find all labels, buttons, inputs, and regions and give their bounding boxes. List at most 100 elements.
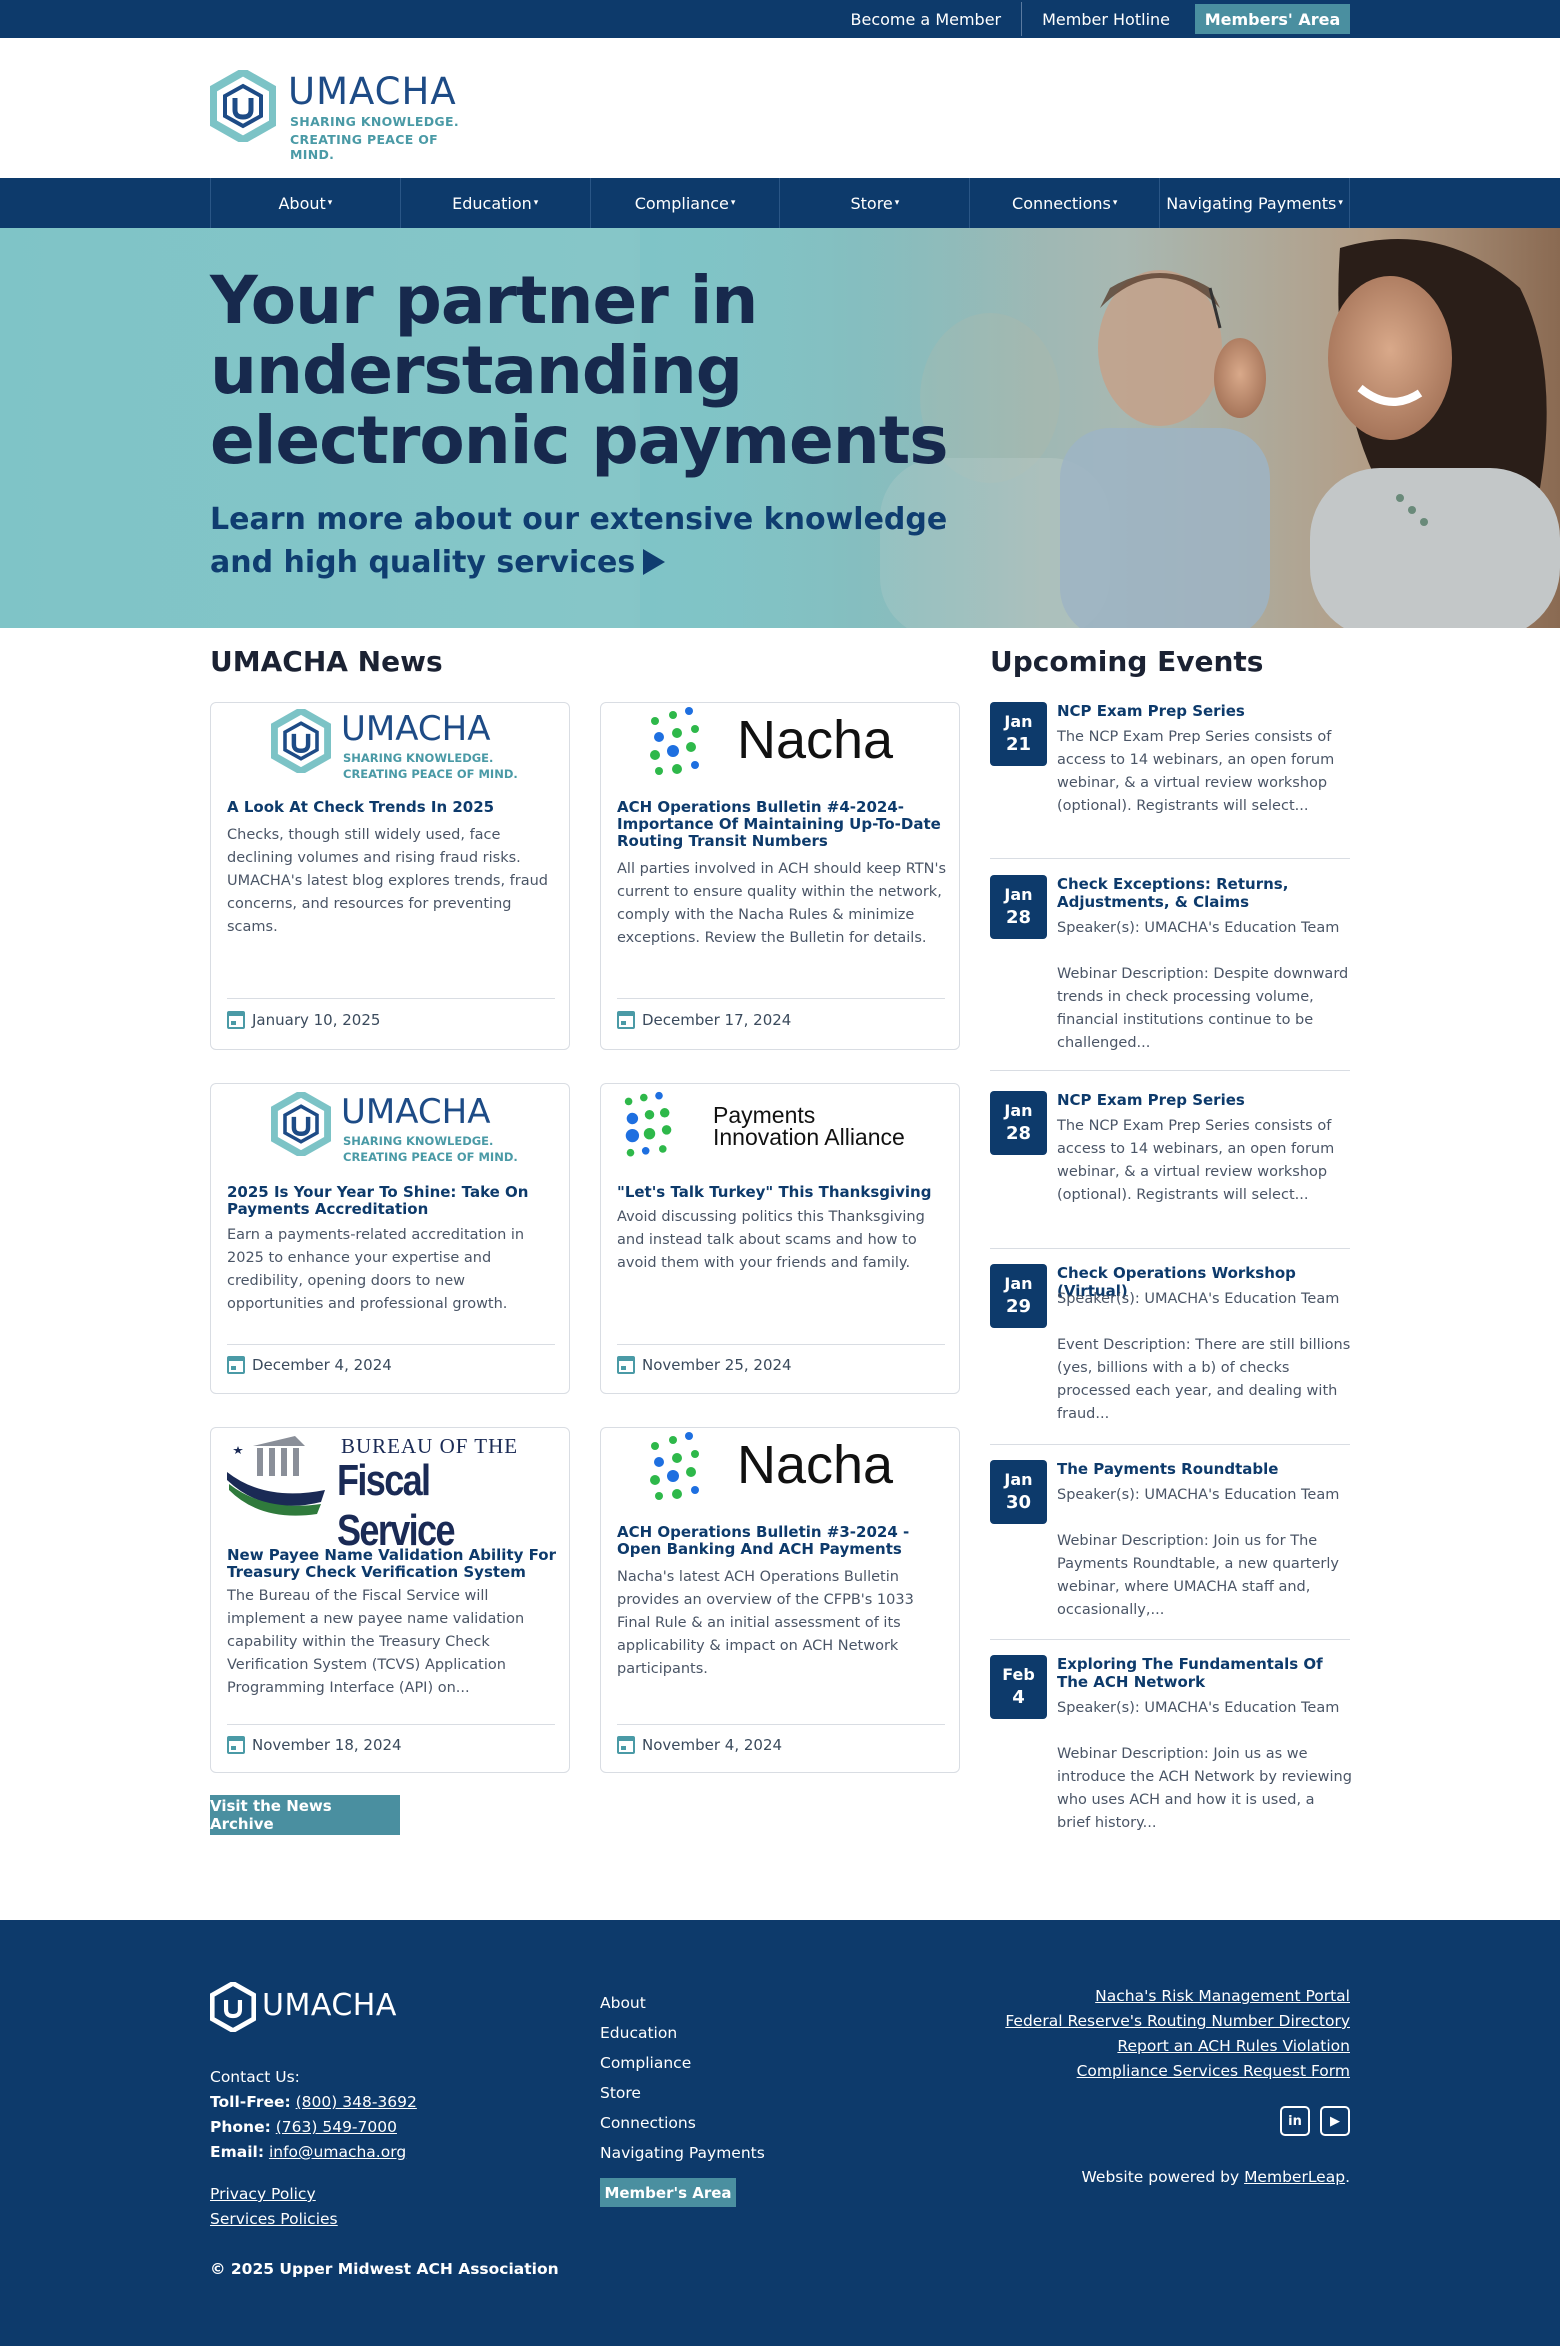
news-card[interactable]: UMACHA SHARING KNOWLEDGE. CREATING PEACE… [210,702,570,1050]
news-card-excerpt: All parties involved in ACH should keep … [617,861,947,946]
news-card-logo-umacha: UMACHA SHARING KNOWLEDGE. CREATING PEACE… [211,1084,569,1172]
nav-item-navigating-payments[interactable]: Navigating Payments ▾ [1160,178,1350,228]
divider [990,1070,1350,1071]
caret-down-icon: ▾ [327,198,333,208]
event-title[interactable]: The Payments Roundtable [1057,1460,1352,1478]
logo-tagline-2: CREATING PEACE OF MIND. [290,132,438,162]
members-area-button[interactable]: Members' Area [1195,4,1350,34]
divider [617,1724,945,1725]
site-header: UMACHA SHARING KNOWLEDGE. CREATING PEACE… [0,38,1560,178]
memberleap-link[interactable]: MemberLeap [1244,2168,1345,2186]
umacha-hex-icon [210,1982,256,2032]
caret-down-icon: ▾ [1338,198,1343,208]
footer-nav-connections[interactable]: Connections [600,2108,765,2138]
news-card[interactable]: Nacha ACH Operations Bulletin #3-2024 - … [600,1427,960,1773]
hero-subtitle-link[interactable]: Learn more about our extensive knowledge… [210,498,970,584]
news-card-excerpt: The Bureau of the Fiscal Service will im… [227,1588,525,1696]
news-card-date: November 25, 2024 [617,1356,792,1374]
event-description: The NCP Exam Prep Series consists of acc… [1057,729,1335,814]
event-item[interactable]: Jan 28 Check Exceptions: Returns, Adjustm… [990,875,1350,1071]
news-card-title[interactable]: "Let's Talk Turkey" This Thanksgiving [617,1184,947,1201]
news-card-title[interactable]: ACH Operations Bulletin #4-2024- Importa… [617,799,947,850]
main-nav-items: About ▾ Education ▾ Compliance ▾ Store ▾ Con… [210,178,1350,228]
event-item[interactable]: Jan 29 Check Operations Workshop (Virtual… [990,1264,1351,1445]
main-nav: About ▾ Education ▾ Compliance ▾ Store ▾ Con… [0,178,1560,228]
footer-nav-compliance[interactable]: Compliance [600,2048,765,2078]
calendar-icon [227,1011,245,1029]
site-footer: UMACHA Contact Us: Toll-Free: (800) 348-… [0,1920,1560,2346]
logo-tagline-1: SHARING KNOWLEDGE. [290,114,459,129]
news-card-title[interactable]: New Payee Name Validation Ability For Tr… [227,1547,557,1581]
news-card-date: November 18, 2024 [227,1736,402,1754]
linkedin-icon[interactable]: in [1280,2106,1310,2136]
services-policies-link[interactable]: Services Policies [210,2207,338,2232]
calendar-icon [227,1356,245,1374]
become-member-link[interactable]: Become a Member [831,10,1022,29]
footer-logo[interactable]: UMACHA [210,1982,410,2032]
nav-item-store[interactable]: Store ▾ [780,178,971,228]
event-title[interactable]: NCP Exam Prep Series [1057,702,1352,720]
footer-nav-navigating-payments[interactable]: Navigating Payments [600,2138,765,2168]
tollfree-phone-link[interactable]: (800) 348-3692 [296,2093,417,2111]
footer-resource-links: Nacha's Risk Management Portal Federal R… [1005,1984,1350,2084]
umacha-hex-icon [271,1092,331,1156]
news-card-title[interactable]: A Look At Check Trends In 2025 [227,799,557,816]
privacy-policy-link[interactable]: Privacy Policy [210,2182,338,2207]
event-title[interactable]: Exploring The Fundamentals Of The ACH Ne… [1057,1655,1352,1691]
divider [617,998,945,999]
news-card[interactable]: BUREAU OF THE Fiscal Service New Payee N… [210,1427,570,1773]
footer-contact: Contact Us: Toll-Free: (800) 348-3692 Ph… [210,2068,417,2161]
event-title[interactable]: Check Exceptions: Returns, Adjustments, … [1057,875,1352,911]
caret-down-icon: ▾ [533,198,539,208]
event-date-badge: Jan 30 [990,1460,1047,1524]
event-description: Webinar Description: Join us for The Pay… [1057,1533,1339,1618]
news-card-logo-nacha: Nacha [601,703,959,791]
event-title[interactable]: NCP Exam Prep Series [1057,1091,1352,1109]
event-speaker: Speaker(s): UMACHA's Education Team [1057,1291,1340,1307]
news-card[interactable]: UMACHA SHARING KNOWLEDGE. CREATING PEACE… [210,1083,570,1394]
hero-title: Your partner in understanding electronic… [210,262,949,479]
report-violation-link[interactable]: Report an ACH Rules Violation [1005,2034,1350,2059]
umacha-hex-icon [210,70,276,142]
footer-nav-store[interactable]: Store [600,2078,765,2108]
phone-link[interactable]: (763) 549-7000 [276,2118,397,2136]
nav-item-about[interactable]: About ▾ [211,178,401,228]
news-card-title[interactable]: ACH Operations Bulletin #3-2024 - Open B… [617,1524,947,1558]
routing-directory-link[interactable]: Federal Reserve's Routing Number Directo… [1005,2009,1350,2034]
news-card[interactable]: Nacha ACH Operations Bulletin #4-2024- I… [600,702,960,1050]
event-date-badge: Feb 4 [990,1655,1047,1719]
event-description: Event Description: There are still billi… [1057,1337,1351,1422]
footer-nav-about[interactable]: About [600,1988,765,2018]
event-item[interactable]: Jan 28 NCP Exam Prep Series The NCP Exam … [990,1091,1350,1249]
footer-members-area-button[interactable]: Member's Area [600,2178,736,2207]
event-date-badge: Jan 28 [990,875,1047,939]
event-item[interactable]: Jan 30 The Payments Roundtable Speaker(s)… [990,1460,1350,1640]
youtube-icon[interactable]: ▶ [1320,2106,1350,2136]
nav-item-compliance[interactable]: Compliance ▾ [591,178,781,228]
event-description: The NCP Exam Prep Series consists of acc… [1057,1118,1335,1203]
play-arrow-icon [643,549,666,575]
news-card-logo-umacha: UMACHA SHARING KNOWLEDGE. CREATING PEACE… [211,703,569,791]
calendar-icon [617,1011,635,1029]
risk-portal-link[interactable]: Nacha's Risk Management Portal [1005,1984,1350,2009]
hero-banner: Your partner in understanding electronic… [0,228,1560,628]
nav-item-connections[interactable]: Connections ▾ [970,178,1161,228]
divider [990,1639,1350,1640]
event-item[interactable]: Feb 4 Exploring The Fundamentals Of The A… [990,1655,1352,1845]
nacha-dots-icon [650,707,699,775]
nav-item-education[interactable]: Education ▾ [401,178,591,228]
footer-nav-education[interactable]: Education [600,2018,765,2048]
umacha-logo[interactable]: UMACHA SHARING KNOWLEDGE. CREATING PEACE… [210,70,480,162]
news-card[interactable]: Payments Innovation Alliance "Let's Talk… [600,1083,960,1394]
news-archive-button[interactable]: Visit the News Archive [210,1795,400,1835]
email-link[interactable]: info@umacha.org [269,2143,406,2161]
event-date-badge: Jan 29 [990,1264,1047,1328]
treasury-building-icon [227,1436,325,1516]
news-card-title[interactable]: 2025 Is Your Year To Shine: Take On Paym… [227,1184,557,1218]
divider [227,1724,555,1725]
member-hotline-link[interactable]: Member Hotline [1022,10,1190,29]
event-description: Webinar Description: Despite downward tr… [1057,966,1349,1051]
event-item[interactable]: Jan 21 NCP Exam Prep Series The NCP Exam … [990,702,1350,860]
compliance-request-link[interactable]: Compliance Services Request Form [1005,2059,1350,2084]
news-card-logo-payments-innovation-alliance: Payments Innovation Alliance [601,1084,959,1172]
